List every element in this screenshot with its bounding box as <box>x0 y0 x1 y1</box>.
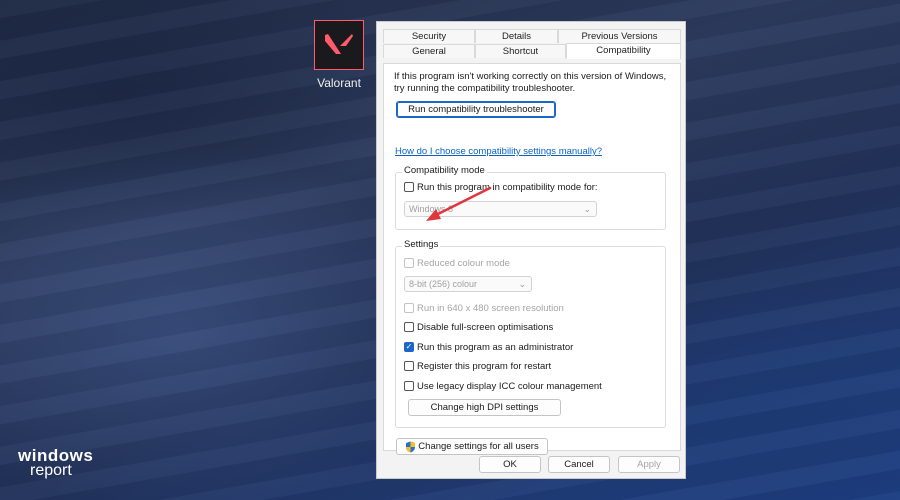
legacy-icc-checkbox[interactable] <box>404 381 414 391</box>
tab-security[interactable]: Security <box>383 29 475 43</box>
resolution-row[interactable]: Run in 640 x 480 screen resolution <box>404 301 564 315</box>
register-restart-row[interactable]: Register this program for restart <box>404 359 551 373</box>
run-as-admin-checkbox[interactable]: ✓ <box>404 342 414 352</box>
watermark-line-1: windows <box>18 446 94 465</box>
reduced-colour-label: Reduced colour mode <box>417 257 510 269</box>
desktop-shortcut-valorant[interactable]: Valorant <box>310 20 368 90</box>
compatibility-panel: If this program isn't working correctly … <box>383 63 681 455</box>
register-restart-label: Register this program for restart <box>417 360 552 372</box>
watermark-line-2: report <box>30 462 72 479</box>
reduced-colour-checkbox[interactable] <box>404 258 414 268</box>
tab-shortcut[interactable]: Shortcut <box>475 44 566 58</box>
colour-depth-select[interactable]: 8-bit (256) colour ⌄ <box>404 276 532 292</box>
colour-depth-value: 8-bit (256) colour <box>409 279 478 289</box>
tab-compatibility[interactable]: Compatibility <box>566 43 681 59</box>
desktop-shortcut-label: Valorant <box>317 76 361 90</box>
apply-button[interactable]: Apply <box>618 456 680 473</box>
manual-settings-link[interactable]: How do I choose compatibility settings m… <box>395 146 602 157</box>
tab-previous-versions[interactable]: Previous Versions <box>558 29 681 43</box>
run-troubleshooter-button[interactable]: Run compatibility troubleshooter <box>396 101 556 118</box>
windows-report-watermark: windows report <box>18 446 94 479</box>
settings-legend: Settings <box>402 239 441 250</box>
fullscreen-optimisations-label: Disable full-screen optimisations <box>417 321 554 333</box>
run-as-admin-label: Run this program as an administrator <box>417 341 574 353</box>
settings-group: Settings Reduced colour mode 8-bit (256)… <box>395 239 666 428</box>
fullscreen-optimisations-checkbox[interactable] <box>404 322 414 332</box>
legacy-icc-label: Use legacy display ICC colour management <box>417 380 602 392</box>
properties-dialog: Security Details Previous Versions Gener… <box>376 21 686 479</box>
tab-strip: Security Details Previous Versions Gener… <box>383 29 681 65</box>
register-restart-checkbox[interactable] <box>404 361 414 371</box>
annotation-arrow-icon <box>426 186 492 221</box>
compatibility-mode-checkbox[interactable] <box>404 182 414 192</box>
resolution-label: Run in 640 x 480 screen resolution <box>417 302 564 314</box>
uac-shield-icon <box>405 441 416 453</box>
legacy-icc-row[interactable]: Use legacy display ICC colour management <box>404 379 602 393</box>
reduced-colour-row[interactable]: Reduced colour mode <box>404 256 510 270</box>
resolution-checkbox[interactable] <box>404 303 414 313</box>
valorant-app-icon <box>314 20 364 70</box>
change-settings-all-users-label: Change settings for all users <box>418 441 539 452</box>
run-as-admin-row[interactable]: ✓ Run this program as an administrator <box>404 340 573 354</box>
cancel-button[interactable]: Cancel <box>548 456 610 473</box>
tab-general[interactable]: General <box>383 44 475 58</box>
chevron-down-icon: ⌄ <box>583 204 591 214</box>
compatibility-mode-legend: Compatibility mode <box>402 165 487 176</box>
chevron-down-icon: ⌄ <box>518 279 526 289</box>
change-dpi-button[interactable]: Change high DPI settings <box>408 399 561 416</box>
ok-button[interactable]: OK <box>479 456 541 473</box>
tab-details[interactable]: Details <box>475 29 558 43</box>
intro-text: If this program isn't working correctly … <box>394 71 667 94</box>
fullscreen-optimisations-row[interactable]: Disable full-screen optimisations <box>404 320 553 334</box>
change-settings-all-users-button[interactable]: Change settings for all users <box>396 438 548 455</box>
